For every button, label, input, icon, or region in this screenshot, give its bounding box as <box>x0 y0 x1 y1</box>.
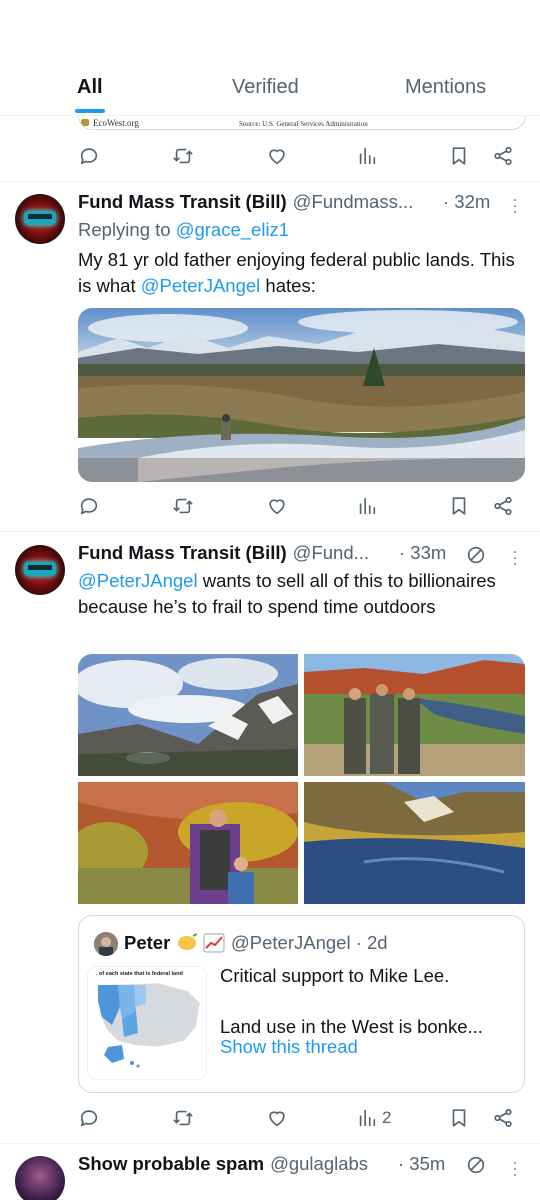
more-icon[interactable]: · · · <box>508 542 522 572</box>
reply-icon <box>80 498 98 515</box>
timeline-tabs: All Verified Mentions <box>0 0 540 116</box>
display-name[interactable]: Fund Mass Transit (Bill) <box>78 542 287 564</box>
bookmark-icon <box>452 147 466 165</box>
reply-icon <box>80 1110 98 1127</box>
avatar[interactable] <box>15 194 65 244</box>
tweet-photo[interactable] <box>78 782 298 904</box>
bookmark-button[interactable] <box>448 1105 470 1131</box>
quoted-text-2: Land use in the West is bonke... <box>220 1016 483 1037</box>
bookmark-icon <box>452 497 466 515</box>
tweet-header: Fund Mass Transit (Bill) @Fund... <box>78 542 369 564</box>
views-icon <box>359 497 376 515</box>
retweet-button[interactable] <box>172 1105 194 1131</box>
share-icon <box>494 1108 512 1128</box>
quoted-avatar[interactable] <box>94 932 118 956</box>
reply-button[interactable] <box>78 1105 100 1131</box>
chart-increasing-icon <box>203 933 225 953</box>
tweet-actions <box>78 143 518 173</box>
share-button[interactable] <box>492 493 514 519</box>
muted-icon <box>465 1154 487 1176</box>
retweet-button[interactable] <box>172 143 194 169</box>
timestamp[interactable]: · 32m <box>443 191 490 213</box>
like-button[interactable] <box>266 1105 288 1131</box>
tab-mentions[interactable]: Mentions <box>405 76 486 99</box>
more-icon[interactable]: · · · <box>508 190 522 220</box>
lemon-emoji-icon <box>177 932 199 952</box>
tweet-divider <box>0 181 540 182</box>
views-icon <box>359 147 376 165</box>
views-count: 2 <box>382 1108 392 1127</box>
tweet-actions: 2 <box>78 1105 518 1135</box>
bookmark-icon <box>452 1109 466 1127</box>
replying-to-link[interactable]: @grace_eliz1 <box>176 219 289 240</box>
tweet-photo[interactable] <box>304 782 525 904</box>
share-icon <box>494 496 512 516</box>
views-icon <box>359 1109 376 1127</box>
tweet-photo[interactable] <box>304 654 525 776</box>
tab-all[interactable]: All <box>77 76 103 99</box>
bookmark-button[interactable] <box>448 493 470 519</box>
more-icon[interactable]: · · · <box>508 1153 522 1183</box>
like-icon <box>269 499 285 515</box>
ecowest-logo-icon <box>81 119 89 126</box>
tweet-actions <box>78 493 518 523</box>
display-name[interactable]: Show probable spam <box>78 1153 264 1175</box>
tweet-photo[interactable] <box>78 654 298 776</box>
share-button[interactable] <box>492 1105 514 1131</box>
views-button[interactable]: 2 <box>356 1105 391 1131</box>
quoted-map-thumbnail[interactable]: . of each state that is federal land <box>87 966 207 1080</box>
replying-to: Replying to @grace_eliz1 <box>78 219 290 240</box>
like-icon <box>269 1111 285 1127</box>
share-button[interactable] <box>492 143 514 169</box>
tweet-photo[interactable] <box>78 308 525 482</box>
retweet-icon <box>173 498 193 514</box>
quoted-handle: @PeterJAngel · 2d <box>231 932 388 953</box>
quoted-tweet[interactable]: Peter @PeterJAngel · 2d . of each state … <box>78 915 525 1093</box>
views-button[interactable] <box>356 493 378 519</box>
reply-button[interactable] <box>78 493 100 519</box>
share-icon <box>494 146 512 166</box>
quoted-display-name: Peter <box>124 932 171 953</box>
tweet-divider <box>0 531 540 532</box>
tweet-header: Fund Mass Transit (Bill) @Fundmass... <box>78 191 413 213</box>
reply-button[interactable] <box>78 143 100 169</box>
bookmark-button[interactable] <box>448 143 470 169</box>
next-tweet: Show probable spam @gulaglabs · 35m · · · <box>0 1143 540 1200</box>
like-button[interactable] <box>266 143 288 169</box>
like-icon <box>269 149 285 165</box>
tab-verified[interactable]: Verified <box>232 76 299 99</box>
ecowest-label: EcoWest.org <box>93 118 139 128</box>
handle[interactable]: @Fund... <box>293 542 369 564</box>
handle[interactable]: @Fundmass... <box>293 191 414 213</box>
timestamp[interactable]: · 35m <box>398 1153 445 1175</box>
like-button[interactable] <box>266 493 288 519</box>
reply-icon <box>80 148 98 165</box>
timestamp[interactable]: · 33m <box>399 542 446 564</box>
source-label: Source: U.S. General Services Administra… <box>239 120 368 128</box>
tabs-divider <box>0 115 540 116</box>
retweet-button[interactable] <box>172 493 194 519</box>
retweet-icon <box>173 1110 193 1126</box>
avatar[interactable] <box>15 545 65 595</box>
tweet-text: @PeterJAngel wants to sell all of this t… <box>78 570 496 617</box>
retweet-icon <box>173 148 193 164</box>
handle[interactable]: @gulaglabs <box>270 1153 368 1175</box>
tweet-header: Show probable spam @gulaglabs <box>78 1153 368 1175</box>
mention-link[interactable]: @PeterJAngel <box>141 275 261 296</box>
tweet-text: My 81 yr old father enjoying federal pub… <box>78 249 515 296</box>
show-this-thread-link[interactable]: Show this thread <box>220 1036 358 1058</box>
muted-icon <box>465 544 487 566</box>
views-button[interactable] <box>356 143 378 169</box>
mention-link[interactable]: @PeterJAngel <box>78 570 198 591</box>
quoted-text: Critical support to Mike Lee. <box>220 965 450 986</box>
avatar[interactable] <box>15 1156 65 1200</box>
active-tab-indicator <box>75 109 105 113</box>
display-name[interactable]: Fund Mass Transit (Bill) <box>78 191 287 213</box>
